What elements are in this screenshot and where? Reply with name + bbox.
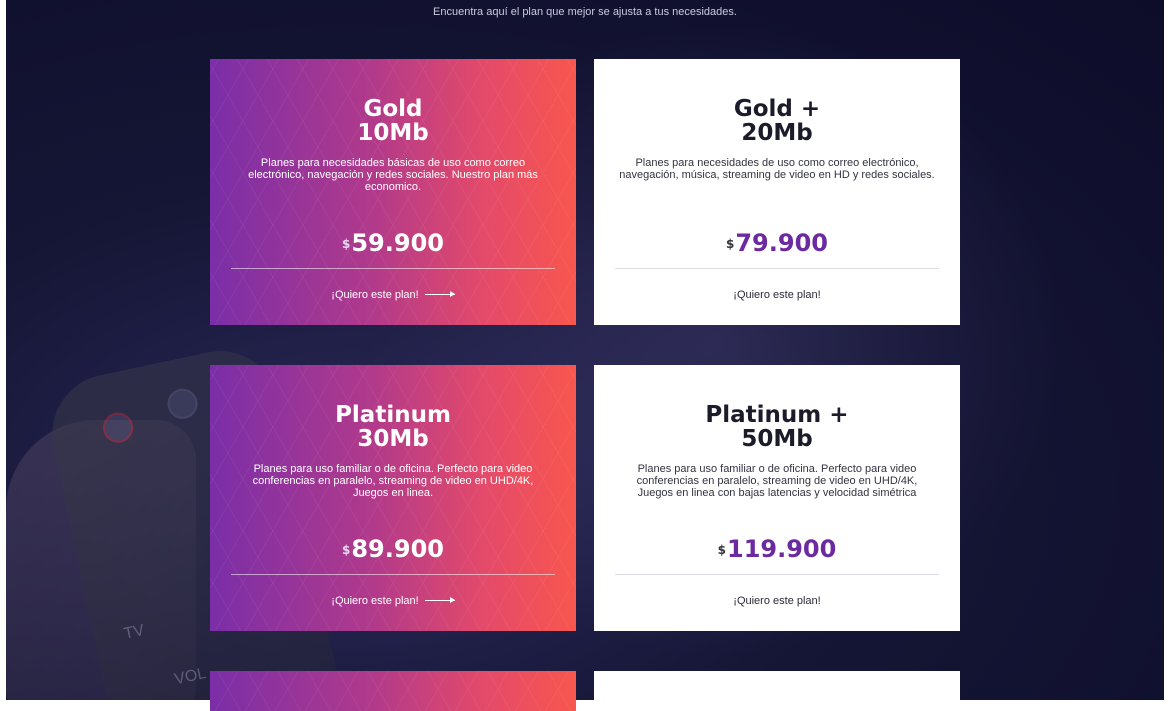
plan-speed: 50Mb bbox=[741, 426, 813, 452]
select-plan-link[interactable]: ¡Quiero este plan! bbox=[594, 594, 960, 608]
arrow-right-icon bbox=[424, 291, 455, 297]
plan-card-gold-plus-20mb: Gold + 20Mb Planes para necesidades de u… bbox=[594, 59, 960, 325]
plan-price: $89.900 bbox=[210, 535, 576, 563]
plan-name: Platinum bbox=[335, 402, 451, 428]
plan-speed: 20Mb bbox=[741, 120, 813, 146]
cta-label: ¡Quiero este plan! bbox=[331, 595, 419, 607]
select-plan-link[interactable]: ¡Quiero este plan! bbox=[210, 288, 576, 302]
arrow-right-icon bbox=[424, 597, 455, 603]
page-background: TV VOL bbox=[6, 0, 1164, 700]
plan-card-partial bbox=[594, 671, 960, 711]
remote-power-button-image bbox=[100, 409, 136, 446]
price-value: 119.900 bbox=[727, 535, 837, 563]
plan-price: $59.900 bbox=[210, 229, 576, 257]
plan-speed: 10Mb bbox=[357, 120, 429, 146]
divider bbox=[615, 574, 939, 575]
plan-card-platinum-plus-50mb: Platinum + 50Mb Planes para uso familiar… bbox=[594, 365, 960, 631]
cta-label: ¡Quiero este plan! bbox=[733, 595, 821, 607]
plan-title: Gold + 20Mb bbox=[594, 97, 960, 145]
price-value: 79.900 bbox=[735, 229, 828, 257]
plan-description: Planes para necesidades básicas de uso c… bbox=[248, 157, 538, 193]
select-plan-link[interactable]: ¡Quiero este plan! bbox=[210, 594, 576, 608]
plan-title: Platinum + 50Mb bbox=[594, 403, 960, 451]
plan-title: Gold 10Mb bbox=[210, 97, 576, 145]
plan-name: Platinum + bbox=[705, 402, 849, 428]
plan-speed: 30Mb bbox=[357, 426, 429, 452]
select-plan-link[interactable]: ¡Quiero este plan! bbox=[594, 288, 960, 302]
plan-description: Planes para uso familiar o de oficina. P… bbox=[636, 463, 918, 499]
currency-symbol: $ bbox=[717, 543, 727, 557]
plan-name: Gold bbox=[363, 96, 423, 122]
cta-label: ¡Quiero este plan! bbox=[733, 289, 821, 301]
plan-card-platinum-30mb: Platinum 30Mb Planes para uso familiar o… bbox=[210, 365, 576, 631]
currency-symbol: $ bbox=[342, 237, 351, 251]
divider bbox=[231, 574, 555, 575]
price-value: 89.900 bbox=[351, 535, 444, 563]
price-value: 59.900 bbox=[351, 229, 444, 257]
plan-card-partial bbox=[210, 671, 576, 711]
cta-label: ¡Quiero este plan! bbox=[331, 289, 419, 301]
plan-description: Planes para uso familiar o de oficina. P… bbox=[252, 463, 534, 499]
remote-tv-label: TV bbox=[122, 621, 146, 643]
plan-name: Gold + bbox=[733, 96, 821, 122]
plan-price: $119.900 bbox=[594, 535, 960, 563]
remote-vol-label: VOL bbox=[172, 664, 208, 689]
page-subtitle: Encuentra aquí el plan que mejor se ajus… bbox=[433, 6, 737, 18]
currency-symbol: $ bbox=[342, 543, 351, 557]
plan-card-gold-10mb: Gold 10Mb Planes para necesidades básica… bbox=[210, 59, 576, 325]
plan-description: Planes para necesidades de uso como corr… bbox=[619, 157, 935, 181]
plan-price: $79.900 bbox=[594, 229, 960, 257]
currency-symbol: $ bbox=[726, 237, 735, 251]
divider bbox=[231, 268, 555, 269]
remote-button-image bbox=[164, 386, 201, 422]
plan-title: Platinum 30Mb bbox=[210, 403, 576, 451]
divider bbox=[615, 268, 939, 269]
